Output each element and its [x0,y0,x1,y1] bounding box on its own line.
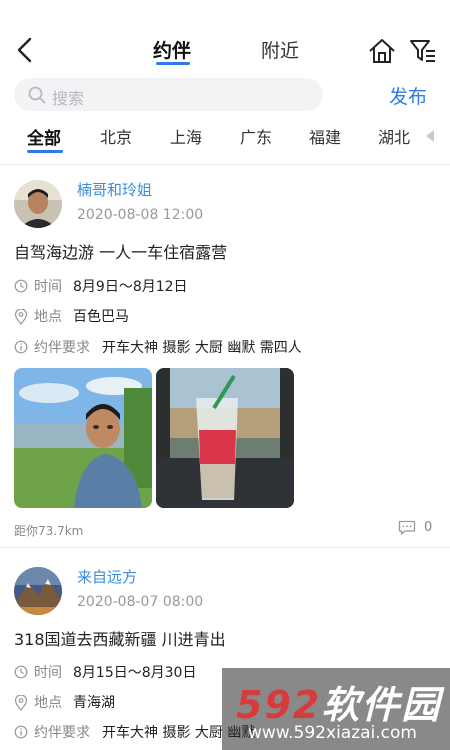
info-icon [14,340,28,354]
publish-button[interactable]: 发布 [389,82,427,109]
post-photo[interactable] [14,368,152,508]
filter-icon[interactable] [409,38,437,64]
requirement-value: 开车大神 摄影 大厨 幽默 需四人 [102,340,302,356]
avatar[interactable] [14,180,62,228]
place-label: 地点 [34,309,62,325]
category-fujian[interactable]: 福建 [309,124,341,148]
header-divider [0,164,450,165]
category-bar: 全部 北京 上海 广东 福建 湖北 [0,120,450,160]
watermark-logo: 592软件园 [236,683,442,727]
poster-name[interactable]: 来自远方 [77,566,137,587]
category-shanghai[interactable]: 上海 [170,124,202,148]
watermark: 592软件园 www.592xiazai.com [222,668,450,750]
search-placeholder: 搜索 [52,89,85,108]
time-value: 8月15日～8月30日 [73,665,197,681]
search-bar[interactable]: 搜索 [14,78,323,111]
category-hubei[interactable]: 湖北 [378,124,410,148]
tab-companion[interactable]: 约伴 [153,36,191,63]
clock-icon [14,665,28,679]
home-icon[interactable] [368,38,396,64]
category-beijing[interactable]: 北京 [100,124,132,148]
category-active-indicator [27,150,63,153]
post-title: 318国道去西藏新疆 川进青出 [14,630,226,649]
top-bar: 约伴 附近 [0,0,450,72]
post-photo[interactable] [156,368,294,508]
distance-text: 距你73.7km [14,524,84,538]
post-datetime: 2020-08-07 08:00 [77,594,204,610]
place-label: 地点 [34,695,62,711]
time-value: 8月9日～8月12日 [73,279,188,295]
requirement-label: 约伴要求 [34,340,90,356]
clock-icon [14,279,28,293]
category-all[interactable]: 全部 [27,124,61,149]
scroll-left-arrow-icon[interactable] [426,130,434,142]
time-label: 时间 [34,665,62,681]
location-pin-icon [14,695,28,711]
post-title: 自驾海边游 一人一车住宿露营 [14,243,228,262]
place-value: 青海湖 [73,695,115,711]
avatar[interactable] [14,567,62,615]
requirement-label: 约伴要求 [34,725,90,741]
time-row: 时间 8月9日～8月12日 [14,276,314,296]
place-row: 地点 百色巴马 [14,306,314,326]
place-value: 百色巴马 [73,309,129,325]
comment-button[interactable]: 0 [398,520,432,540]
requirement-row: 约伴要求 开车大神 摄影 大厨 幽默 需四人 [14,337,434,357]
watermark-url: www.592xiazai.com [248,723,417,743]
category-guangdong[interactable]: 广东 [240,124,272,148]
time-label: 时间 [34,279,62,295]
location-pin-icon [14,309,28,325]
tab-active-indicator [156,62,190,65]
comment-icon [398,520,416,535]
info-icon [14,725,28,739]
back-arrow-icon[interactable] [14,36,36,64]
tab-nearby[interactable]: 附近 [261,36,299,63]
comment-count: 0 [424,520,433,535]
search-icon [28,86,46,104]
post-divider [0,547,450,548]
poster-name[interactable]: 楠哥和玲姐 [77,179,152,200]
post-datetime: 2020-08-08 12:00 [77,207,204,223]
